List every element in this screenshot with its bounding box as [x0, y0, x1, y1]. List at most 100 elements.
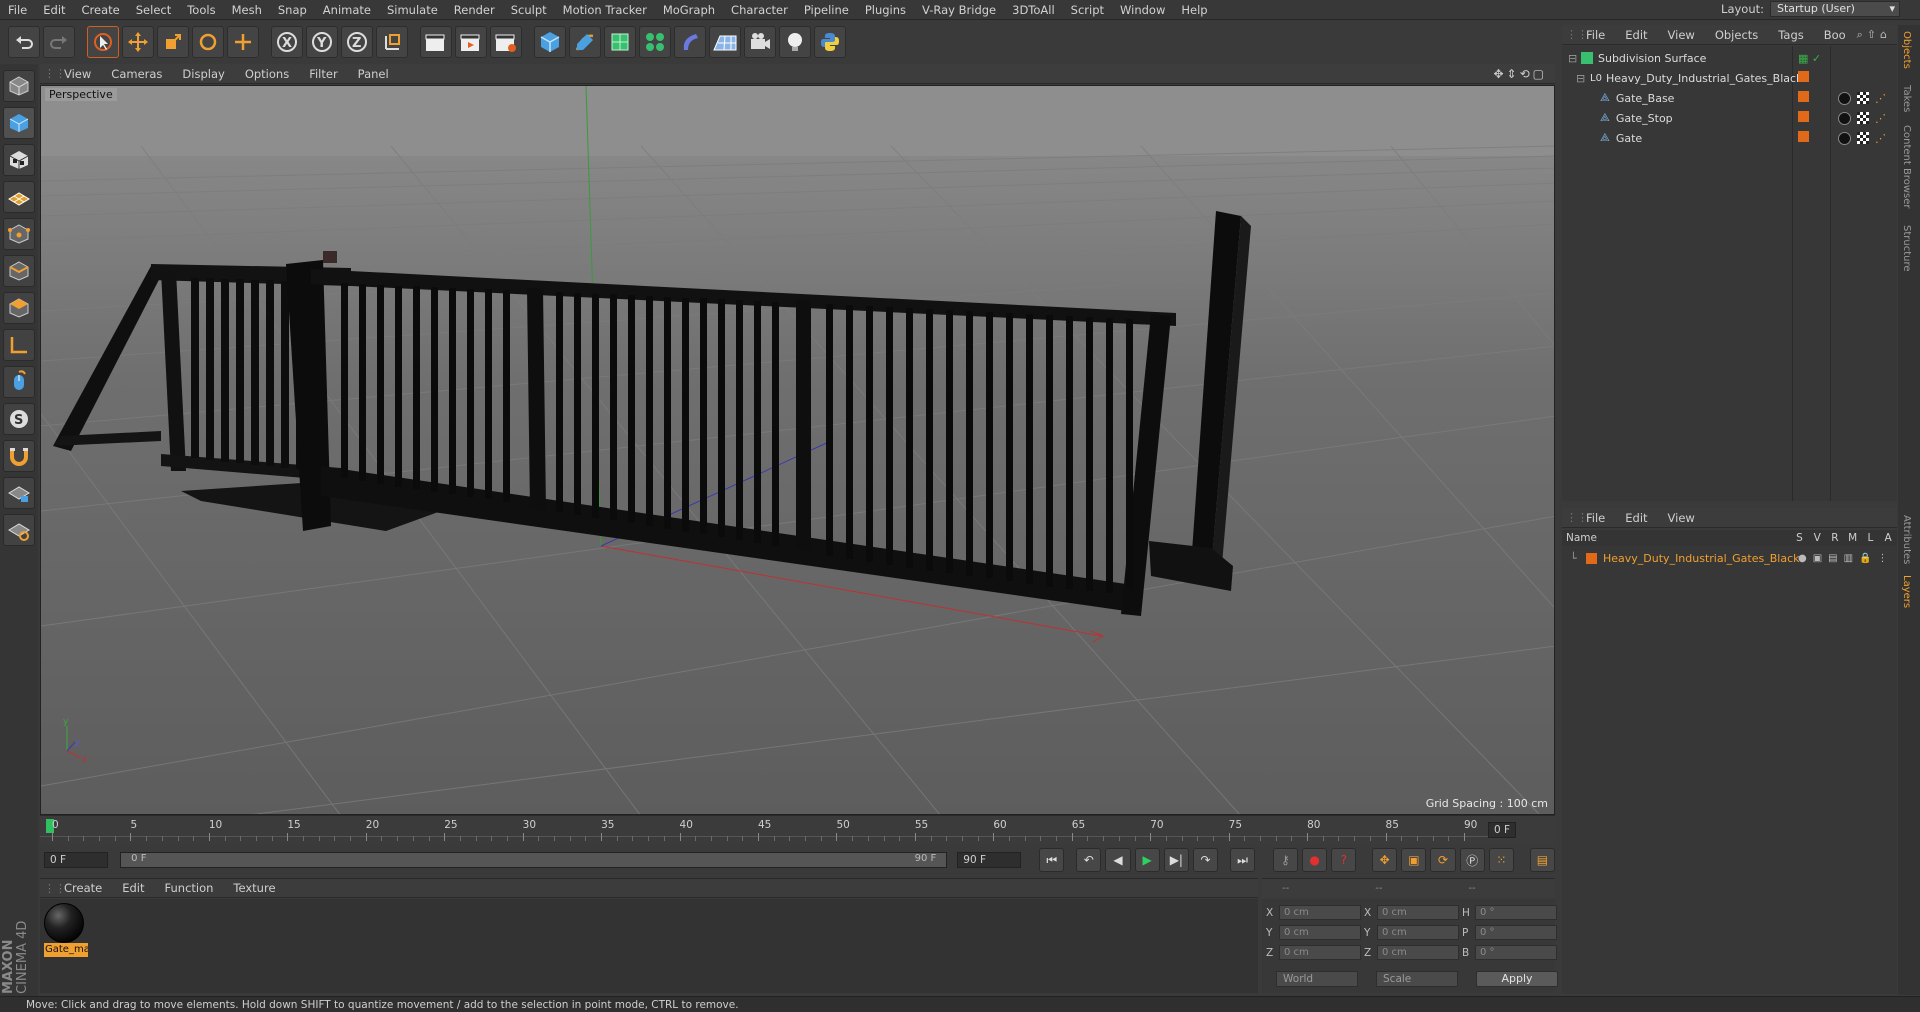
tab-takes[interactable]: Takes: [1901, 85, 1912, 112]
go-to-end-button[interactable]: ⏭: [1229, 848, 1256, 872]
light-button[interactable]: [779, 26, 811, 58]
viewport-menu-display[interactable]: Display: [172, 67, 234, 81]
layer-menu-view[interactable]: View: [1658, 511, 1705, 525]
layer-row[interactable]: └ Heavy_Duty_Industrial_Gates_Black ●▣▤▥…: [1562, 548, 1897, 568]
tab-layers[interactable]: Layers: [1901, 575, 1912, 608]
timeline-ruler[interactable]: 0 F 0 5 10 15 20 25 30 35 40 45 50 55 60 65 70 75 80 85 90: [40, 815, 1555, 845]
render-to-picture-viewer-button[interactable]: [455, 26, 487, 58]
column-solo[interactable]: S: [1791, 532, 1809, 544]
object-menu-view[interactable]: View: [1658, 28, 1705, 42]
menu-plugins[interactable]: Plugins: [857, 0, 914, 20]
floor-button[interactable]: [709, 26, 741, 58]
menu-tools[interactable]: Tools: [179, 0, 223, 20]
rotation-p-field[interactable]: 0 °: [1475, 925, 1557, 940]
menu-motion-tracker[interactable]: Motion Tracker: [555, 0, 655, 20]
apply-button[interactable]: Apply: [1476, 971, 1558, 987]
viewport-menu-cameras[interactable]: Cameras: [101, 67, 172, 81]
layer-toggle-icons[interactable]: ●▣▤▥🔒⋮: [1798, 553, 1894, 564]
render-settings-button[interactable]: [490, 26, 522, 58]
key-parameter-button[interactable]: Ⓟ: [1459, 848, 1485, 872]
record-active-button[interactable]: ●: [1302, 848, 1328, 872]
menu-vray-bridge[interactable]: V-Ray Bridge: [914, 0, 1004, 20]
z-axis-lock-button[interactable]: Z: [341, 26, 373, 58]
current-frame-field[interactable]: 0 F: [1488, 822, 1517, 838]
rotate-tool-button[interactable]: [192, 26, 224, 58]
rotation-h-field[interactable]: 0 °: [1475, 905, 1557, 920]
go-to-start-button[interactable]: ⏮: [1039, 848, 1065, 872]
play-button[interactable]: ▶: [1134, 848, 1160, 872]
snap-button[interactable]: S: [3, 403, 35, 435]
camera-button[interactable]: [744, 26, 776, 58]
viewport-menu-view[interactable]: View: [54, 67, 101, 81]
tab-objects[interactable]: Objects: [1901, 31, 1912, 69]
rotation-b-field[interactable]: 0 °: [1475, 945, 1557, 960]
menu-script[interactable]: Script: [1063, 0, 1112, 20]
key-pla-button[interactable]: ⁙: [1488, 848, 1515, 872]
y-axis-lock-button[interactable]: Y: [306, 26, 338, 58]
object-tags[interactable]: ⋰: [1838, 111, 1886, 125]
tab-attributes[interactable]: Attributes: [1901, 515, 1912, 564]
menu-snap[interactable]: Snap: [270, 0, 315, 20]
model-mode-button[interactable]: [3, 107, 35, 139]
cube-button[interactable]: [534, 26, 566, 58]
polygon-mode-button[interactable]: [3, 292, 35, 324]
edge-mode-button[interactable]: [3, 255, 35, 287]
scale-tool-button[interactable]: [157, 26, 189, 58]
next-frame-button[interactable]: ▶|: [1163, 848, 1189, 872]
layer-menu-edit[interactable]: Edit: [1615, 511, 1657, 525]
timeline-window-button[interactable]: ▤: [1529, 848, 1555, 872]
menu-mesh[interactable]: Mesh: [224, 0, 270, 20]
position-z-field[interactable]: 0 cm: [1279, 945, 1361, 960]
texture-mode-button[interactable]: [3, 144, 35, 176]
autokeying-button[interactable]: ?: [1331, 848, 1357, 872]
move-tool-button[interactable]: [122, 26, 154, 58]
size-x-field[interactable]: 0 cm: [1377, 905, 1459, 920]
object-manager-search-icons[interactable]: ⌕⇧⌂: [1857, 28, 1891, 42]
menu-file[interactable]: File: [0, 0, 35, 20]
coordinate-system-button[interactable]: [376, 26, 408, 58]
magnet-button[interactable]: [3, 440, 35, 472]
tab-structure[interactable]: Structure: [1901, 225, 1912, 272]
object-tags[interactable]: ⋰: [1838, 91, 1886, 105]
object-row-gate-base[interactable]: ⟁ Gate_Base ⋰: [1562, 88, 1897, 108]
key-rotation-button[interactable]: ⟳: [1430, 848, 1456, 872]
column-render[interactable]: R: [1826, 532, 1844, 544]
previous-frame-button[interactable]: ◀: [1105, 848, 1131, 872]
column-view[interactable]: V: [1808, 532, 1826, 544]
render-view-button[interactable]: [420, 26, 452, 58]
column-animation[interactable]: A: [1879, 532, 1897, 544]
layer-menu-file[interactable]: File: [1576, 511, 1615, 525]
column-locked[interactable]: L: [1862, 532, 1880, 544]
viewport-nav-icons[interactable]: ✥⇕⟲▢: [1493, 67, 1547, 81]
frame-range-slider[interactable]: 0 F 90 F: [120, 852, 948, 868]
enabled-check-icon[interactable]: ▦ ✓: [1798, 52, 1821, 65]
live-selection-button[interactable]: [87, 26, 119, 58]
object-row-subdivision-surface[interactable]: ⊟ Subdivision Surface ▦ ✓: [1562, 48, 1897, 68]
viewport-menu-filter[interactable]: Filter: [299, 67, 347, 81]
end-frame-field[interactable]: 90 F: [957, 852, 1022, 868]
menu-mograph[interactable]: MoGraph: [655, 0, 723, 20]
previous-key-button[interactable]: ↶: [1076, 848, 1102, 872]
menu-help[interactable]: Help: [1173, 0, 1215, 20]
object-tags[interactable]: ⋰: [1838, 131, 1886, 145]
menu-3dtoall[interactable]: 3DToAll: [1004, 0, 1063, 20]
material-menu-texture[interactable]: Texture: [223, 881, 285, 895]
object-row-gate[interactable]: ⟁ Gate ⋰: [1562, 128, 1897, 148]
column-manager[interactable]: M: [1844, 532, 1862, 544]
position-x-field[interactable]: 0 cm: [1279, 905, 1361, 920]
redo-button[interactable]: [43, 26, 75, 58]
menu-select[interactable]: Select: [128, 0, 179, 20]
material-menu-edit[interactable]: Edit: [112, 881, 154, 895]
size-z-field[interactable]: 0 cm: [1377, 945, 1459, 960]
x-axis-lock-button[interactable]: X: [271, 26, 303, 58]
menu-render[interactable]: Render: [446, 0, 503, 20]
perspective-viewport[interactable]: y x z Perspective Grid Spacing : 100 cm: [40, 85, 1555, 815]
material-menu-create[interactable]: Create: [54, 881, 112, 895]
material-menu-function[interactable]: Function: [155, 881, 224, 895]
viewport-camera-label[interactable]: Perspective: [45, 88, 117, 101]
size-y-field[interactable]: 0 cm: [1377, 925, 1459, 940]
planar-workplane-button[interactable]: [3, 514, 35, 546]
next-key-button[interactable]: ↷: [1192, 848, 1219, 872]
coordinate-space-dropdown[interactable]: World: [1276, 971, 1358, 987]
deformer-button[interactable]: [674, 26, 706, 58]
